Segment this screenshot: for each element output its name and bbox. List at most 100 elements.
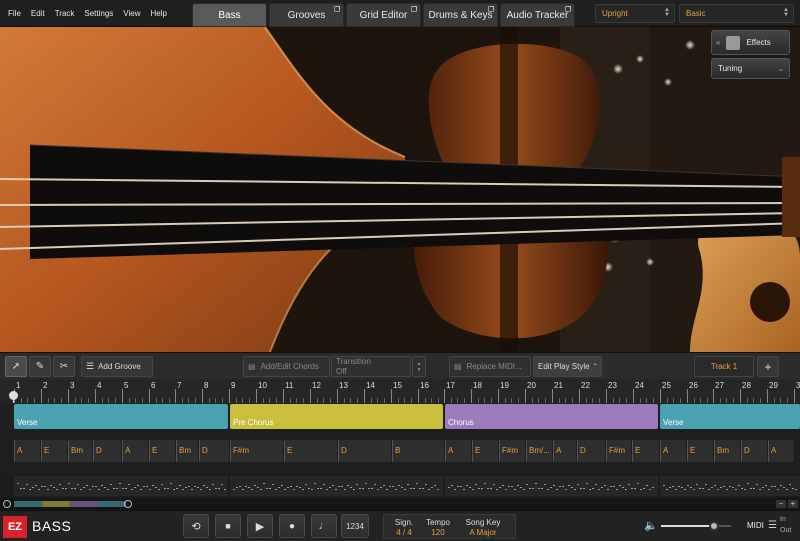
menu-settings[interactable]: Settings	[84, 9, 113, 18]
menu-edit[interactable]: Edit	[31, 9, 45, 18]
add-edit-chords-button[interactable]: ▤ Add/Edit Chords	[243, 356, 330, 377]
play-button[interactable]: ▶	[247, 514, 273, 538]
scroll-end-handle[interactable]	[124, 500, 132, 508]
midi-note	[74, 488, 76, 489]
detach-icon[interactable]	[334, 6, 340, 12]
midi-region[interactable]	[230, 476, 443, 496]
chord-block[interactable]: B	[392, 440, 444, 462]
detach-icon[interactable]	[488, 6, 494, 12]
midi-note	[532, 488, 534, 489]
chord-block[interactable]: D	[338, 440, 391, 462]
chord-block[interactable]: E	[632, 440, 659, 462]
chord-block[interactable]: E	[472, 440, 498, 462]
song-info-panel[interactable]: Sign. 4 / 4 Tempo 120 Song Key A Major	[383, 514, 516, 539]
chord-block[interactable]: F#m	[606, 440, 631, 462]
section-block[interactable]: Pre Chorus	[230, 404, 443, 429]
scroll-start-handle[interactable]	[3, 500, 11, 508]
chord-block[interactable]: E	[687, 440, 713, 462]
detach-icon[interactable]	[565, 6, 571, 12]
chord-block[interactable]: E	[149, 440, 175, 462]
chord-block[interactable]: D	[93, 440, 121, 462]
chord-block[interactable]: A	[768, 440, 794, 462]
bar-number: 29	[769, 381, 778, 390]
chord-block[interactable]: F#m	[230, 440, 283, 462]
chord-block[interactable]: A	[445, 440, 471, 462]
midi-note	[206, 487, 208, 488]
tuning-dropdown[interactable]: Tuning ⌄	[711, 58, 790, 79]
chord-block[interactable]: D	[741, 440, 767, 462]
transition-selector[interactable]: Transition Off	[331, 356, 411, 377]
midi-region[interactable]	[445, 476, 658, 496]
menu-view[interactable]: View	[123, 9, 140, 18]
transition-stepper[interactable]: ▲ ▼	[412, 356, 426, 377]
edit-play-style-button[interactable]: Edit Play Style ⌃	[533, 356, 602, 377]
chord-block[interactable]: Bm	[714, 440, 740, 462]
stop-button[interactable]: ■	[215, 514, 241, 538]
instrument-dropdown[interactable]: Upright ▲ ▼	[595, 4, 675, 23]
bar-number: 30	[796, 381, 800, 390]
chord-block[interactable]: Bm/...	[526, 440, 552, 462]
record-button[interactable]: ●	[279, 514, 305, 538]
draw-tool-button[interactable]: ✎	[29, 356, 51, 377]
midi-note	[454, 489, 456, 490]
midi-note	[771, 486, 773, 487]
menu-icon[interactable]: ☰	[768, 520, 777, 531]
tempo-value[interactable]: 120	[424, 528, 452, 537]
chord-block[interactable]: A	[553, 440, 576, 462]
chord-block[interactable]: F#m	[499, 440, 525, 462]
preset-dropdown[interactable]: Basic ▲ ▼	[679, 4, 794, 23]
menu-file[interactable]: File	[8, 9, 21, 18]
chord-label: Bm	[717, 446, 729, 455]
midi-note	[359, 488, 361, 489]
menu-help[interactable]: Help	[151, 9, 167, 18]
bar-tick	[68, 389, 69, 403]
chord-block[interactable]: E	[41, 440, 67, 462]
add-track-button[interactable]: +	[757, 356, 779, 377]
detach-icon[interactable]	[411, 6, 417, 12]
volume-knob[interactable]	[709, 521, 719, 531]
bar-number: 11	[285, 381, 294, 390]
replace-midi-label: Replace MIDI...	[466, 362, 522, 371]
tab-grid-editor[interactable]: Grid Editor	[346, 3, 421, 27]
section-block[interactable]: Chorus	[445, 404, 658, 429]
bar-tick	[202, 389, 203, 403]
add-groove-button[interactable]: ☰ Add Groove	[81, 356, 153, 377]
loop-button[interactable]: ⟲	[183, 514, 209, 538]
track-name-label: Track 1	[710, 362, 738, 371]
menu-track[interactable]: Track	[55, 9, 75, 18]
chord-block[interactable]: Bm	[68, 440, 92, 462]
bar-tick	[471, 389, 472, 403]
track-name[interactable]: Track 1	[694, 356, 754, 377]
chord-block[interactable]: A	[122, 440, 148, 462]
metronome-button[interactable]: ♩	[311, 514, 337, 538]
bar-number: 16	[420, 381, 429, 390]
chord-block[interactable]: E	[284, 440, 337, 462]
replace-midi-button[interactable]: ▤ Replace MIDI...	[449, 356, 531, 377]
tab-grooves[interactable]: Grooves	[269, 3, 344, 27]
timeline-scrollbar[interactable]: − +	[0, 498, 800, 510]
section-block[interactable]: Verse	[660, 404, 800, 429]
signature-value[interactable]: 4 / 4	[392, 528, 416, 537]
zoom-out-button[interactable]: −	[776, 500, 786, 508]
effects-button[interactable]: « Effects	[711, 30, 790, 55]
section-block[interactable]: Verse	[14, 404, 228, 429]
tab-bass[interactable]: Bass	[192, 3, 267, 27]
chord-block[interactable]: Bm	[176, 440, 198, 462]
tab-drums-keys[interactable]: Drums & Keys	[423, 3, 498, 27]
chord-block[interactable]: D	[199, 440, 229, 462]
count-in-button[interactable]: 1234	[341, 514, 369, 538]
chord-block[interactable]: A	[660, 440, 686, 462]
midi-note	[344, 489, 346, 490]
song-key-value[interactable]: A Major	[462, 528, 504, 537]
midi-note	[487, 488, 489, 489]
volume-slider[interactable]	[661, 521, 731, 531]
timeline-ruler[interactable]: 1 2 3 4 5 6 7 8 9 10 11 12 13 14 15 16 17 18 19 20 21 22 23 24 2…	[0, 379, 800, 403]
plus-icon: +	[764, 359, 772, 374]
select-tool-button[interactable]: ➚	[5, 356, 27, 377]
chord-block[interactable]: D	[577, 440, 605, 462]
split-tool-button[interactable]: ✂	[53, 356, 75, 377]
zoom-in-button[interactable]: +	[788, 500, 798, 508]
chord-block[interactable]: A	[14, 440, 40, 462]
scroll-thumb[interactable]	[14, 501, 126, 507]
tab-audio-tracker[interactable]: Audio Tracker	[500, 3, 575, 27]
